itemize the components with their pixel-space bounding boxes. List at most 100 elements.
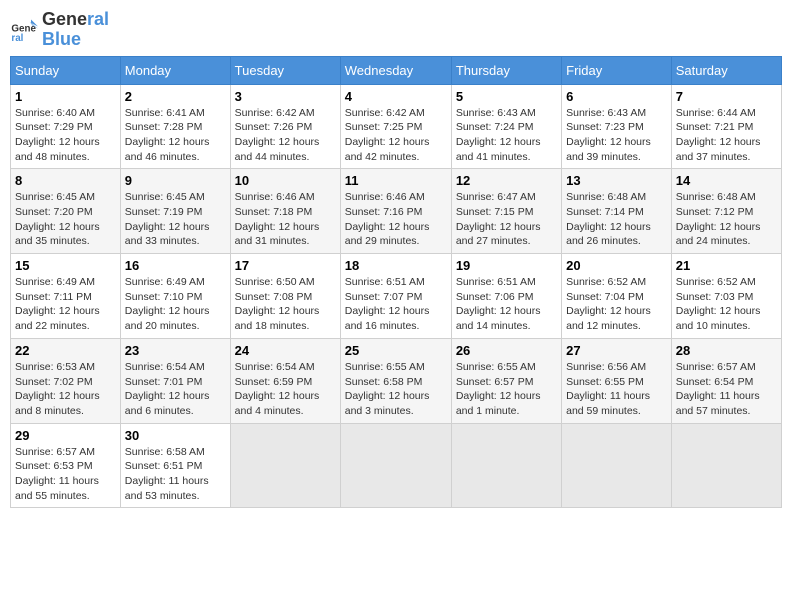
calendar-cell	[562, 423, 672, 508]
calendar-cell: 26 Sunrise: 6:55 AM Sunset: 6:57 PM Dayl…	[451, 338, 561, 423]
logo-line1: General	[42, 10, 109, 30]
day-info: Sunrise: 6:49 AM Sunset: 7:10 PM Dayligh…	[125, 275, 226, 334]
day-info: Sunrise: 6:54 AM Sunset: 7:01 PM Dayligh…	[125, 360, 226, 419]
day-number: 30	[125, 428, 226, 443]
calendar-cell: 18 Sunrise: 6:51 AM Sunset: 7:07 PM Dayl…	[340, 254, 451, 339]
day-info: Sunrise: 6:51 AM Sunset: 7:06 PM Dayligh…	[456, 275, 557, 334]
day-info: Sunrise: 6:58 AM Sunset: 6:51 PM Dayligh…	[125, 445, 226, 504]
day-number: 19	[456, 258, 557, 273]
calendar-cell: 8 Sunrise: 6:45 AM Sunset: 7:20 PM Dayli…	[11, 169, 121, 254]
logo-icon: Gene ral	[10, 16, 38, 44]
dow-header-wednesday: Wednesday	[340, 56, 451, 84]
days-of-week-header: SundayMondayTuesdayWednesdayThursdayFrid…	[11, 56, 782, 84]
calendar-cell: 10 Sunrise: 6:46 AM Sunset: 7:18 PM Dayl…	[230, 169, 340, 254]
day-number: 1	[15, 89, 116, 104]
logo: Gene ral General Blue	[10, 10, 109, 50]
day-number: 23	[125, 343, 226, 358]
calendar-cell: 25 Sunrise: 6:55 AM Sunset: 6:58 PM Dayl…	[340, 338, 451, 423]
day-info: Sunrise: 6:42 AM Sunset: 7:26 PM Dayligh…	[235, 106, 336, 165]
day-number: 7	[676, 89, 777, 104]
day-info: Sunrise: 6:57 AM Sunset: 6:54 PM Dayligh…	[676, 360, 777, 419]
day-number: 8	[15, 173, 116, 188]
week-row-5: 29 Sunrise: 6:57 AM Sunset: 6:53 PM Dayl…	[11, 423, 782, 508]
day-info: Sunrise: 6:53 AM Sunset: 7:02 PM Dayligh…	[15, 360, 116, 419]
svg-text:ral: ral	[11, 33, 23, 44]
day-number: 6	[566, 89, 667, 104]
day-number: 15	[15, 258, 116, 273]
dow-header-friday: Friday	[562, 56, 672, 84]
dow-header-monday: Monday	[120, 56, 230, 84]
calendar-cell: 6 Sunrise: 6:43 AM Sunset: 7:23 PM Dayli…	[562, 84, 672, 169]
calendar-cell: 28 Sunrise: 6:57 AM Sunset: 6:54 PM Dayl…	[671, 338, 781, 423]
day-number: 18	[345, 258, 447, 273]
day-number: 16	[125, 258, 226, 273]
calendar-cell: 2 Sunrise: 6:41 AM Sunset: 7:28 PM Dayli…	[120, 84, 230, 169]
day-info: Sunrise: 6:47 AM Sunset: 7:15 PM Dayligh…	[456, 190, 557, 249]
calendar-cell: 11 Sunrise: 6:46 AM Sunset: 7:16 PM Dayl…	[340, 169, 451, 254]
calendar-body: 1 Sunrise: 6:40 AM Sunset: 7:29 PM Dayli…	[11, 84, 782, 508]
day-number: 17	[235, 258, 336, 273]
calendar-cell: 15 Sunrise: 6:49 AM Sunset: 7:11 PM Dayl…	[11, 254, 121, 339]
day-number: 9	[125, 173, 226, 188]
calendar-cell: 13 Sunrise: 6:48 AM Sunset: 7:14 PM Dayl…	[562, 169, 672, 254]
calendar-cell: 20 Sunrise: 6:52 AM Sunset: 7:04 PM Dayl…	[562, 254, 672, 339]
calendar-cell: 14 Sunrise: 6:48 AM Sunset: 7:12 PM Dayl…	[671, 169, 781, 254]
day-number: 22	[15, 343, 116, 358]
day-info: Sunrise: 6:42 AM Sunset: 7:25 PM Dayligh…	[345, 106, 447, 165]
day-info: Sunrise: 6:52 AM Sunset: 7:04 PM Dayligh…	[566, 275, 667, 334]
day-info: Sunrise: 6:45 AM Sunset: 7:19 PM Dayligh…	[125, 190, 226, 249]
day-info: Sunrise: 6:40 AM Sunset: 7:29 PM Dayligh…	[15, 106, 116, 165]
calendar-cell: 23 Sunrise: 6:54 AM Sunset: 7:01 PM Dayl…	[120, 338, 230, 423]
day-info: Sunrise: 6:57 AM Sunset: 6:53 PM Dayligh…	[15, 445, 116, 504]
calendar-cell: 1 Sunrise: 6:40 AM Sunset: 7:29 PM Dayli…	[11, 84, 121, 169]
week-row-3: 15 Sunrise: 6:49 AM Sunset: 7:11 PM Dayl…	[11, 254, 782, 339]
day-info: Sunrise: 6:48 AM Sunset: 7:14 PM Dayligh…	[566, 190, 667, 249]
day-info: Sunrise: 6:41 AM Sunset: 7:28 PM Dayligh…	[125, 106, 226, 165]
calendar-cell: 4 Sunrise: 6:42 AM Sunset: 7:25 PM Dayli…	[340, 84, 451, 169]
day-number: 27	[566, 343, 667, 358]
day-number: 3	[235, 89, 336, 104]
day-number: 10	[235, 173, 336, 188]
day-info: Sunrise: 6:45 AM Sunset: 7:20 PM Dayligh…	[15, 190, 116, 249]
week-row-2: 8 Sunrise: 6:45 AM Sunset: 7:20 PM Dayli…	[11, 169, 782, 254]
calendar-cell: 24 Sunrise: 6:54 AM Sunset: 6:59 PM Dayl…	[230, 338, 340, 423]
calendar-cell: 12 Sunrise: 6:47 AM Sunset: 7:15 PM Dayl…	[451, 169, 561, 254]
day-info: Sunrise: 6:55 AM Sunset: 6:58 PM Dayligh…	[345, 360, 447, 419]
day-number: 20	[566, 258, 667, 273]
calendar-cell	[340, 423, 451, 508]
day-info: Sunrise: 6:54 AM Sunset: 6:59 PM Dayligh…	[235, 360, 336, 419]
week-row-1: 1 Sunrise: 6:40 AM Sunset: 7:29 PM Dayli…	[11, 84, 782, 169]
day-number: 2	[125, 89, 226, 104]
week-row-4: 22 Sunrise: 6:53 AM Sunset: 7:02 PM Dayl…	[11, 338, 782, 423]
day-info: Sunrise: 6:43 AM Sunset: 7:23 PM Dayligh…	[566, 106, 667, 165]
dow-header-saturday: Saturday	[671, 56, 781, 84]
day-number: 21	[676, 258, 777, 273]
day-number: 4	[345, 89, 447, 104]
day-info: Sunrise: 6:50 AM Sunset: 7:08 PM Dayligh…	[235, 275, 336, 334]
day-number: 26	[456, 343, 557, 358]
day-number: 12	[456, 173, 557, 188]
day-info: Sunrise: 6:44 AM Sunset: 7:21 PM Dayligh…	[676, 106, 777, 165]
day-number: 5	[456, 89, 557, 104]
day-info: Sunrise: 6:48 AM Sunset: 7:12 PM Dayligh…	[676, 190, 777, 249]
calendar-cell	[451, 423, 561, 508]
day-info: Sunrise: 6:46 AM Sunset: 7:16 PM Dayligh…	[345, 190, 447, 249]
calendar-cell: 27 Sunrise: 6:56 AM Sunset: 6:55 PM Dayl…	[562, 338, 672, 423]
day-info: Sunrise: 6:52 AM Sunset: 7:03 PM Dayligh…	[676, 275, 777, 334]
day-number: 11	[345, 173, 447, 188]
calendar-cell: 22 Sunrise: 6:53 AM Sunset: 7:02 PM Dayl…	[11, 338, 121, 423]
day-number: 24	[235, 343, 336, 358]
calendar-cell: 7 Sunrise: 6:44 AM Sunset: 7:21 PM Dayli…	[671, 84, 781, 169]
calendar-cell: 17 Sunrise: 6:50 AM Sunset: 7:08 PM Dayl…	[230, 254, 340, 339]
dow-header-thursday: Thursday	[451, 56, 561, 84]
calendar-cell: 3 Sunrise: 6:42 AM Sunset: 7:26 PM Dayli…	[230, 84, 340, 169]
calendar-cell: 5 Sunrise: 6:43 AM Sunset: 7:24 PM Dayli…	[451, 84, 561, 169]
day-number: 25	[345, 343, 447, 358]
logo-line2: Blue	[42, 30, 109, 50]
calendar-cell: 19 Sunrise: 6:51 AM Sunset: 7:06 PM Dayl…	[451, 254, 561, 339]
day-info: Sunrise: 6:56 AM Sunset: 6:55 PM Dayligh…	[566, 360, 667, 419]
day-number: 29	[15, 428, 116, 443]
calendar-cell: 21 Sunrise: 6:52 AM Sunset: 7:03 PM Dayl…	[671, 254, 781, 339]
dow-header-sunday: Sunday	[11, 56, 121, 84]
day-number: 14	[676, 173, 777, 188]
